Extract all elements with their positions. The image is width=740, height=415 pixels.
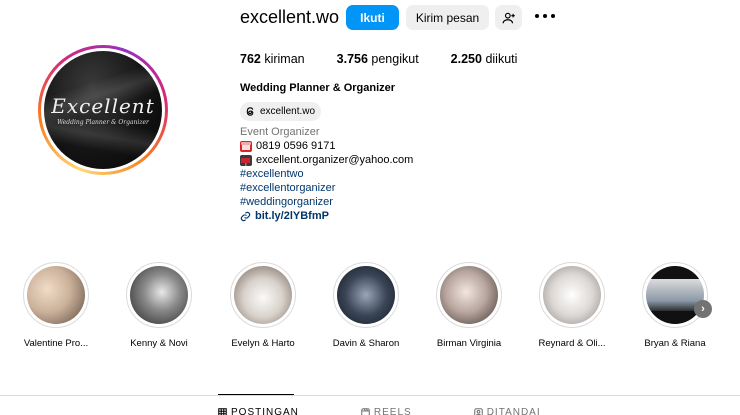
email-address: excellent.organizer@yahoo.com (256, 154, 414, 166)
followers-stat[interactable]: 3.756 pengikut (337, 52, 419, 66)
profile-stats: 762 kiriman 3.756 pengikut 2.250 diikuti (240, 52, 549, 66)
send-message-button[interactable]: Kirim pesan (406, 5, 489, 30)
phone-number: 0819 0596 9171 (256, 140, 336, 152)
highlight-ring (230, 262, 296, 328)
link-icon (240, 211, 251, 221)
email-line: excellent.organizer@yahoo.com (240, 154, 413, 166)
highlight-thumbnail (337, 266, 395, 324)
grid-icon (218, 408, 227, 415)
threads-badge[interactable]: excellent.wo (240, 102, 322, 121)
tab-tagged-label: DITANDAI (486, 407, 541, 415)
highlight-thumbnail (646, 266, 704, 324)
highlight-label: Birman Virginia (436, 338, 502, 349)
avatar-logo-text: Excellent (51, 94, 155, 118)
highlight-label: Davin & Sharon (332, 338, 400, 349)
following-label: diikuti (485, 52, 518, 66)
followers-count: 3.756 (336, 52, 368, 66)
posts-count: 762 (240, 52, 261, 66)
highlight-item[interactable]: Valentine Pro... (11, 262, 101, 349)
highlight-item[interactable]: Birman Virginia (424, 262, 514, 349)
highlight-label: Reynard & Oli... (538, 338, 606, 349)
profile-tabs: POSTINGAN REELS DITANDAI (218, 407, 541, 415)
dot-icon (535, 14, 539, 18)
highlight-thumbnail (440, 266, 498, 324)
highlight-ring (23, 262, 89, 328)
chevron-right-icon: › (701, 303, 705, 315)
highlight-label: Kenny & Novi (130, 338, 188, 349)
highlight-thumbnail (543, 266, 601, 324)
add-user-button[interactable] (495, 5, 522, 30)
profile-username: excellent.wo (240, 7, 340, 27)
threads-handle: excellent.wo (260, 106, 316, 117)
tagged-icon (473, 408, 483, 415)
avatar: Excellent Wedding Planner & Organizer (44, 51, 162, 169)
highlight-ring (539, 262, 605, 328)
phone-line: 0819 0596 9171 (240, 140, 336, 152)
bio-link-text: bit.ly/2lYBfmP (255, 210, 329, 222)
reels-icon (361, 408, 370, 415)
highlight-ring (436, 262, 502, 328)
hashtag-link[interactable]: #weddingorganizer (240, 196, 333, 208)
highlight-item[interactable]: Evelyn & Harto (218, 262, 308, 349)
follow-button[interactable]: Ikuti (346, 5, 399, 30)
highlight-label: Bryan & Riana (644, 338, 706, 349)
highlight-label: Valentine Pro... (23, 338, 89, 349)
tab-reels[interactable]: REELS (361, 407, 412, 415)
add-user-icon (502, 12, 515, 23)
posts-label: kiriman (264, 52, 305, 66)
avatar-logo-subtitle: Wedding Planner & Organizer (57, 119, 149, 126)
more-options-button[interactable] (535, 9, 555, 23)
profile-avatar-ring[interactable]: Excellent Wedding Planner & Organizer (38, 45, 168, 175)
profile-full-name: Wedding Planner & Organizer (240, 82, 396, 94)
threads-icon (246, 107, 254, 116)
highlight-item[interactable]: Davin & Sharon (321, 262, 411, 349)
tabs-divider (0, 395, 740, 396)
mailbox-icon (240, 154, 252, 166)
bio-link[interactable]: bit.ly/2lYBfmP (240, 210, 329, 222)
highlight-item[interactable]: Reynard & Oli... (527, 262, 617, 349)
tab-posts-label: POSTINGAN (231, 407, 299, 415)
avatar-inner: Excellent Wedding Planner & Organizer (41, 48, 165, 172)
highlight-item[interactable]: Kenny & Novi (114, 262, 204, 349)
highlight-ring (333, 262, 399, 328)
dot-icon (551, 14, 555, 18)
highlight-thumbnail (234, 266, 292, 324)
hashtag-link[interactable]: #excellentorganizer (240, 182, 335, 194)
dot-icon (543, 14, 547, 18)
highlight-ring (126, 262, 192, 328)
story-highlights: Valentine Pro... Kenny & Novi Evelyn & H… (0, 262, 740, 357)
highlights-next-button[interactable]: › (694, 300, 712, 318)
highlight-label: Evelyn & Harto (231, 338, 295, 349)
active-tab-indicator (218, 394, 294, 395)
tab-posts[interactable]: POSTINGAN (218, 407, 299, 415)
posts-stat: 762 kiriman (240, 52, 305, 66)
telephone-icon (240, 140, 252, 152)
following-stat[interactable]: 2.250 diikuti (451, 52, 518, 66)
highlight-ring (642, 262, 708, 328)
followers-label: pengikut (371, 52, 419, 66)
hashtag-link[interactable]: #excellentwo (240, 168, 304, 180)
following-count: 2.250 (450, 52, 482, 66)
highlight-thumbnail (130, 266, 188, 324)
profile-category: Event Organizer (240, 126, 320, 138)
tab-reels-label: REELS (373, 407, 412, 415)
tab-tagged[interactable]: DITANDAI (473, 407, 541, 415)
highlight-thumbnail (27, 266, 85, 324)
